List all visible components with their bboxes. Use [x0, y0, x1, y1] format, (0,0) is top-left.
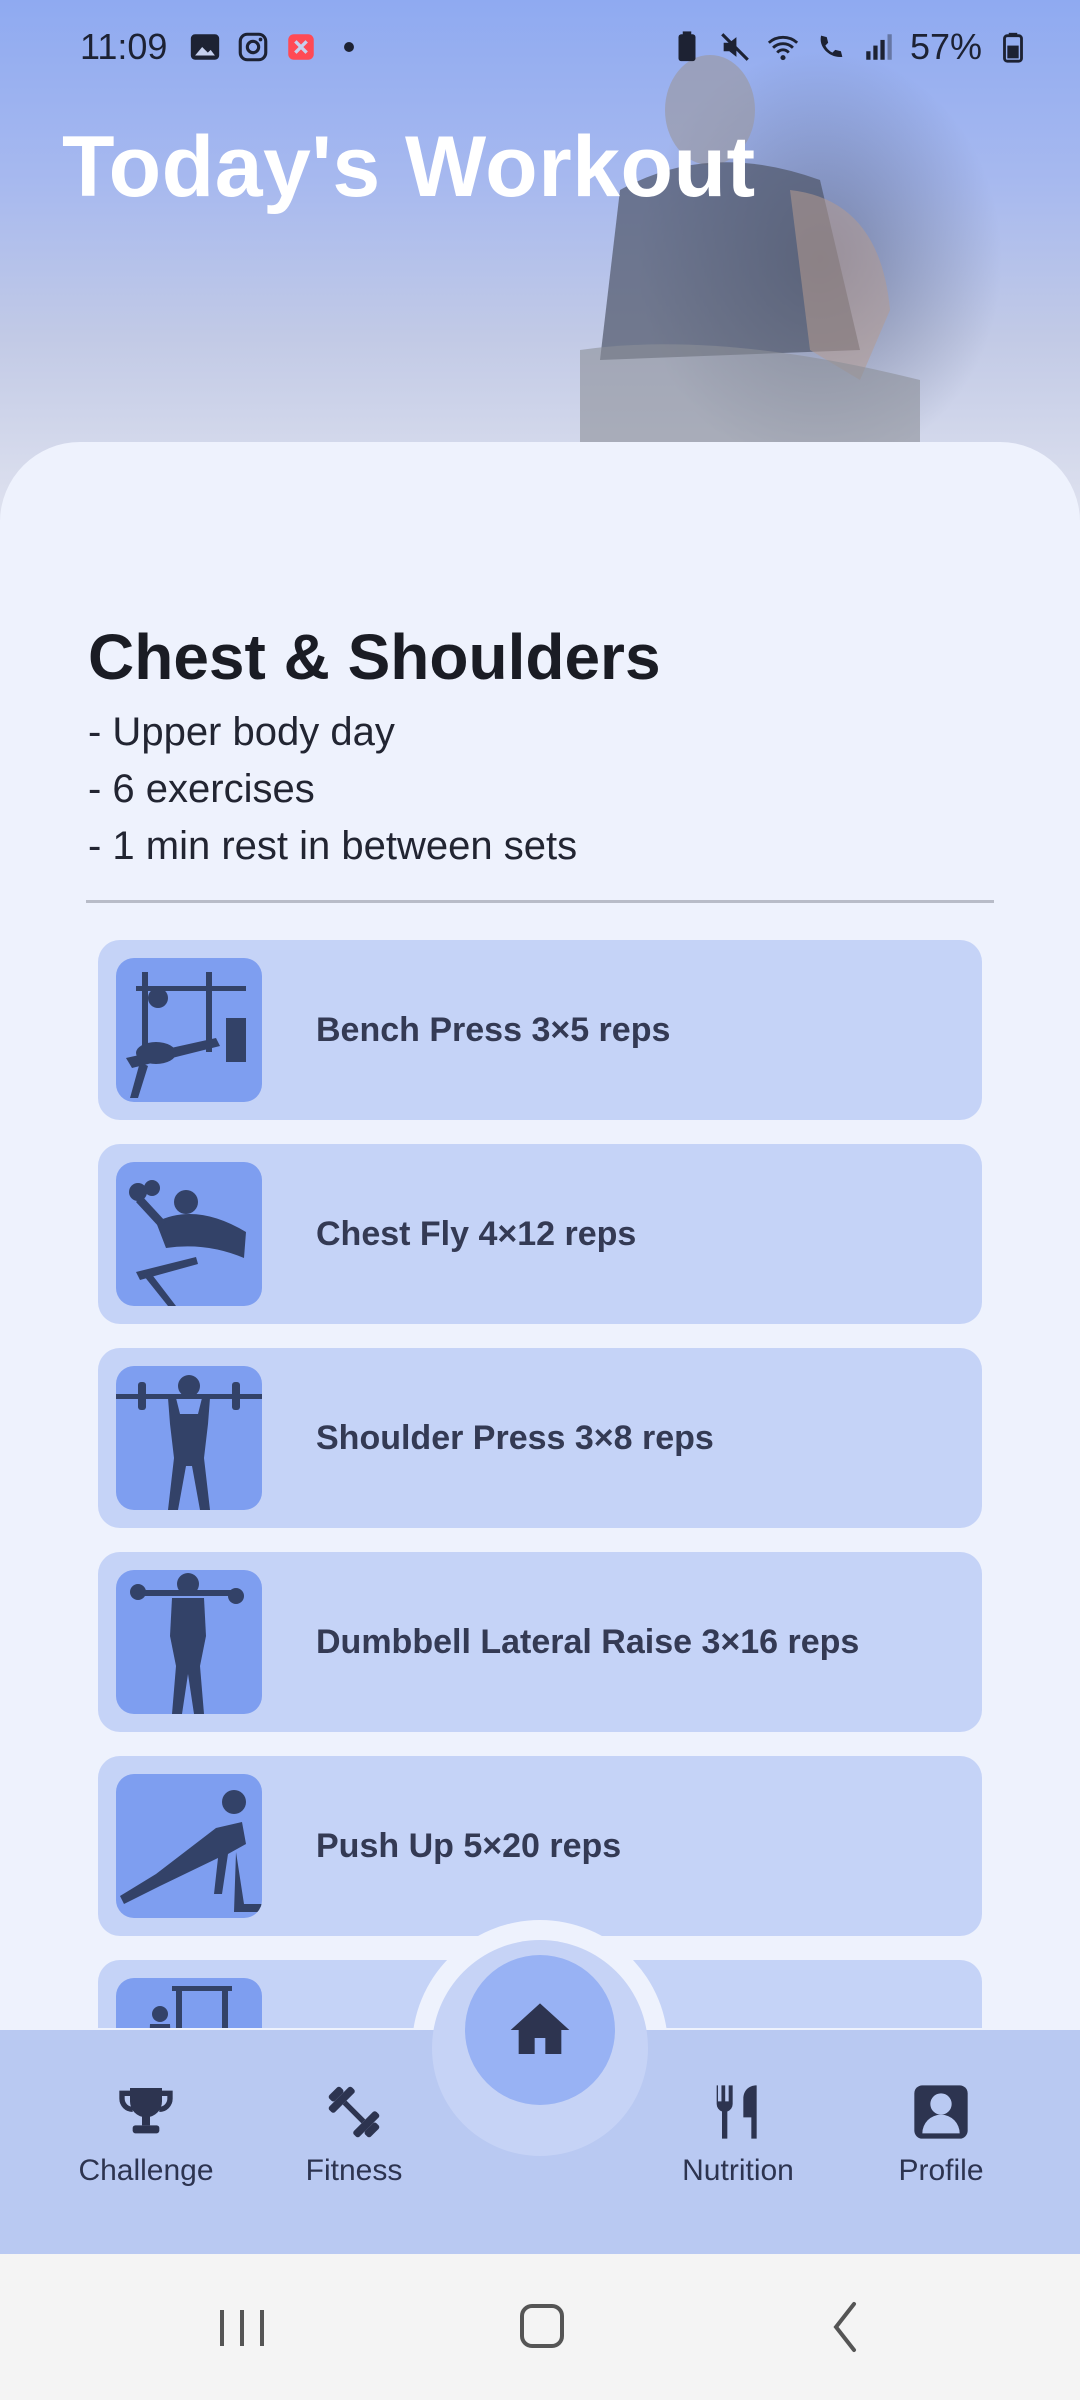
nav-challenge[interactable]: Challenge — [66, 2080, 226, 2188]
exercise-list[interactable]: Bench Press 3×5 reps Chest Fly 4×12 reps… — [98, 940, 982, 2028]
lateral-raise-icon — [116, 1570, 262, 1714]
battery-icon — [1003, 32, 1023, 63]
exercise-label: Chest Fly 4×12 reps — [316, 1215, 637, 1253]
pull-up-icon — [116, 1978, 262, 2028]
exercise-label: Push Up 5×20 reps — [316, 1827, 622, 1865]
status-bar: 11:09 57% — [0, 0, 1080, 96]
back-icon[interactable] — [808, 2294, 888, 2360]
shoulder-press-icon — [116, 1366, 262, 1510]
mute-icon — [721, 33, 749, 61]
more-notifications-dot-icon — [344, 42, 354, 52]
nav-label: Fitness — [305, 2154, 403, 2187]
gallery-icon — [190, 34, 220, 60]
wifi-icon — [767, 35, 799, 61]
instagram-icon — [238, 32, 268, 62]
signal-icon — [866, 34, 892, 60]
exercise-label: Bench Press 3×5 reps — [316, 1011, 671, 1049]
exercise-label: Shoulder Press 3×8 reps — [316, 1419, 714, 1457]
battery-percent: 57% — [909, 26, 982, 67]
nav-label: Profile — [898, 2154, 984, 2187]
exercise-card[interactable]: Shoulder Press 3×8 reps — [98, 1348, 982, 1528]
dumbbell-icon — [328, 2086, 380, 2138]
page-title: Today's Workout — [62, 119, 756, 215]
app-notification-icon — [288, 34, 314, 60]
nav-label: Challenge — [78, 2154, 214, 2187]
workout-detail: - 1 min rest in between sets — [88, 824, 578, 868]
exercise-card[interactable]: Push Up 5×20 reps — [98, 1756, 982, 1936]
battery-saver-icon — [678, 31, 696, 62]
home-icon — [510, 2003, 570, 2054]
exercise-card[interactable]: Chest Fly 4×12 reps — [98, 1144, 982, 1324]
workout-detail: - 6 exercises — [88, 767, 315, 811]
nav-profile[interactable]: Profile — [861, 2080, 1021, 2188]
home-nav-icon[interactable] — [500, 2294, 580, 2360]
chest-fly-icon — [116, 1162, 262, 1306]
home-button[interactable] — [465, 1955, 615, 2105]
status-time: 11:09 — [80, 26, 168, 67]
nav-label: Nutrition — [682, 2154, 794, 2187]
exercise-card[interactable]: Dumbbell Lateral Raise 3×16 reps — [98, 1552, 982, 1732]
recent-apps-icon[interactable] — [202, 2294, 282, 2360]
athlete-photo — [580, 55, 920, 450]
workout-detail: - Upper body day — [88, 710, 395, 754]
wifi-calling-icon — [820, 35, 843, 58]
divider — [86, 900, 994, 903]
fork-knife-icon — [716, 2085, 757, 2139]
exercise-card[interactable]: Bench Press 3×5 reps — [98, 940, 982, 1120]
push-up-icon — [116, 1774, 262, 1918]
system-navigation-bar — [0, 2254, 1080, 2400]
bench-press-icon — [116, 958, 262, 1102]
workout-title: Chest & Shoulders — [88, 621, 661, 693]
trophy-icon — [119, 2088, 173, 2134]
exercise-label: Dumbbell Lateral Raise 3×16 reps — [316, 1623, 860, 1661]
nav-nutrition[interactable]: Nutrition — [658, 2080, 818, 2188]
profile-icon — [914, 2085, 968, 2139]
nav-fitness[interactable]: Fitness — [274, 2080, 434, 2188]
